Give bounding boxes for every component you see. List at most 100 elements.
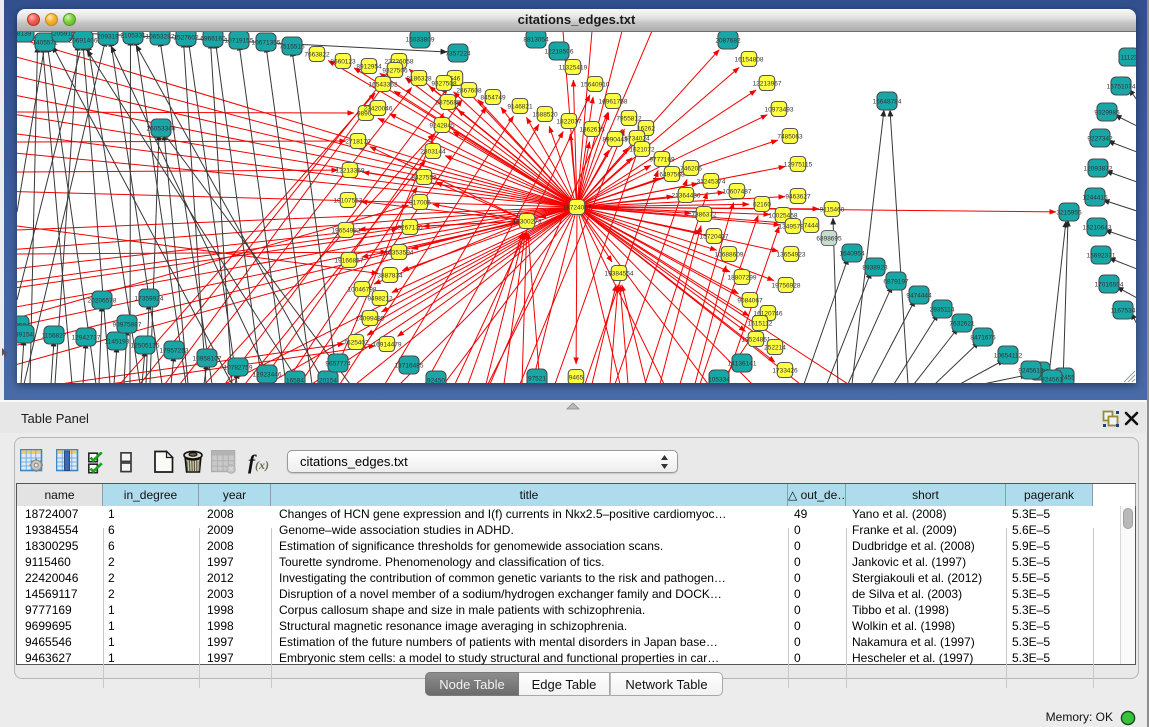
svg-text:14136141: 14136141 <box>728 360 757 367</box>
svg-text:12213967: 12213967 <box>753 80 782 87</box>
svg-text:8267130: 8267130 <box>397 224 423 231</box>
svg-text:18807299: 18807299 <box>728 274 757 281</box>
svg-text:2803144: 2803144 <box>420 148 446 155</box>
svg-text:92450: 92450 <box>427 377 445 383</box>
svg-text:9657774: 9657774 <box>325 360 351 367</box>
svg-text:15300273: 15300273 <box>513 218 542 225</box>
svg-text:16154808: 16154808 <box>735 56 764 63</box>
svg-text:8471676: 8471676 <box>970 334 996 341</box>
svg-text:1822037: 1822037 <box>556 118 582 125</box>
svg-text:8139: 8139 <box>17 32 32 37</box>
svg-text:17359924: 17359924 <box>135 295 164 302</box>
svg-text:9474444: 9474444 <box>906 292 932 299</box>
svg-text:9777169: 9777169 <box>649 156 675 163</box>
svg-text:7444: 7444 <box>804 222 819 229</box>
svg-text:10654112: 10654112 <box>994 352 1023 359</box>
svg-text:1621072: 1621072 <box>629 146 655 153</box>
svg-text:10107553: 10107553 <box>334 197 363 204</box>
svg-text:8813054: 8813054 <box>523 36 549 43</box>
svg-text:9463627: 9463627 <box>785 193 811 200</box>
svg-text:13654923: 13654923 <box>777 251 806 258</box>
svg-text:19654982: 19654982 <box>332 227 361 234</box>
svg-text:1167534: 1167534 <box>1111 307 1136 314</box>
svg-text:6898695: 6898695 <box>816 235 842 242</box>
svg-text:2105331: 2105331 <box>120 32 146 39</box>
svg-text:6879197: 6879197 <box>883 278 909 285</box>
svg-text:252214: 252214 <box>764 344 786 351</box>
svg-text:10958107: 10958107 <box>193 355 222 362</box>
svg-text:3215955: 3215955 <box>1056 209 1082 216</box>
svg-text:7632621: 7632621 <box>949 320 975 327</box>
svg-text:7485063: 7485063 <box>777 133 803 140</box>
svg-text:9465: 9465 <box>569 374 584 381</box>
svg-text:746206: 746206 <box>680 165 702 172</box>
svg-text:1588520: 1588520 <box>532 111 558 118</box>
svg-text:8912954: 8912954 <box>356 63 382 70</box>
svg-text:16210643: 16210643 <box>1083 224 1112 231</box>
svg-text:14099485: 14099485 <box>356 315 385 322</box>
svg-text:2867608: 2867608 <box>456 87 482 94</box>
svg-text:12923446: 12923446 <box>253 371 282 378</box>
svg-text:1615112: 1615112 <box>748 320 773 327</box>
svg-text:6966160: 6966160 <box>200 35 226 42</box>
svg-text:18724007: 18724007 <box>563 204 592 211</box>
svg-text:8938923: 8938923 <box>862 264 888 271</box>
svg-text:7386372: 7386372 <box>691 211 717 218</box>
svg-text:16543362: 16543362 <box>369 81 398 88</box>
svg-text:7663822: 7663822 <box>304 51 330 58</box>
svg-text:62160: 62160 <box>753 201 771 208</box>
svg-text:17957253: 17957253 <box>160 347 189 354</box>
svg-text:12975115: 12975115 <box>784 161 813 168</box>
svg-text:19524851: 19524851 <box>742 336 771 343</box>
svg-text:817006: 817006 <box>409 199 431 206</box>
svg-text:9329986: 9329986 <box>1094 109 1120 116</box>
svg-text:19166857: 19166857 <box>335 257 364 264</box>
svg-text:9242845: 9242845 <box>429 122 455 129</box>
svg-text:12942737: 12942737 <box>72 334 101 341</box>
svg-text:1362615: 1362615 <box>579 126 605 133</box>
svg-text:26053346: 26053346 <box>147 125 176 132</box>
svg-text:7357224: 7357224 <box>445 50 471 57</box>
svg-text:2935114: 2935114 <box>930 306 955 313</box>
svg-text:9327508: 9327508 <box>431 80 457 87</box>
svg-text:3875685: 3875685 <box>435 99 461 106</box>
svg-text:9227342: 9227342 <box>1087 135 1113 142</box>
svg-text:9498212: 9498212 <box>367 295 393 302</box>
svg-text:10719155: 10719155 <box>225 37 254 44</box>
svg-text:1244415: 1244415 <box>1082 194 1108 201</box>
svg-text:12353594: 12353594 <box>385 249 414 256</box>
svg-text:19384554: 19384554 <box>605 270 634 277</box>
svg-text:90975887: 90975887 <box>113 321 142 328</box>
svg-text:10688609: 10688609 <box>715 251 744 258</box>
svg-text:8186328: 8186328 <box>406 75 432 82</box>
svg-text:1145193: 1145193 <box>105 338 130 345</box>
svg-text:1733426: 1733426 <box>772 367 798 374</box>
svg-text:8660123: 8660123 <box>330 58 356 65</box>
svg-text:17016504: 17016504 <box>1095 281 1124 288</box>
svg-text:7625402: 7625402 <box>343 339 369 346</box>
svg-text:10782759: 10782759 <box>224 364 253 371</box>
svg-text:105334: 105334 <box>708 376 730 383</box>
svg-text:15640910: 15640910 <box>581 81 610 88</box>
svg-text:31245374: 31245374 <box>697 178 726 185</box>
svg-text:12505135: 12505135 <box>131 342 160 349</box>
svg-text:9327506: 9327506 <box>382 67 408 74</box>
svg-text:9115460: 9115460 <box>820 206 845 213</box>
svg-text:13716485: 13716485 <box>395 362 424 369</box>
svg-text:16033809: 16033809 <box>406 36 435 43</box>
svg-text:2087682: 2087682 <box>715 37 741 44</box>
svg-text:16914479: 16914479 <box>373 341 402 348</box>
svg-text:10607487: 10607487 <box>723 188 752 195</box>
svg-text:20154: 20154 <box>319 377 337 383</box>
svg-text:21364436: 21364436 <box>672 192 701 199</box>
svg-text:7515516: 7515516 <box>279 43 305 50</box>
svg-text:9084067: 9084067 <box>737 297 763 304</box>
svg-text:19756928: 19756928 <box>772 282 801 289</box>
svg-text:10973493: 10973493 <box>765 106 794 113</box>
svg-text:9245612: 9245612 <box>1018 367 1044 374</box>
svg-text:1640954: 1640954 <box>839 250 865 257</box>
svg-text:11325419: 11325419 <box>559 64 588 71</box>
svg-text:10653287: 10653287 <box>146 33 175 40</box>
svg-text:11123: 11123 <box>1120 54 1136 61</box>
svg-text:6497568: 6497568 <box>659 171 685 178</box>
